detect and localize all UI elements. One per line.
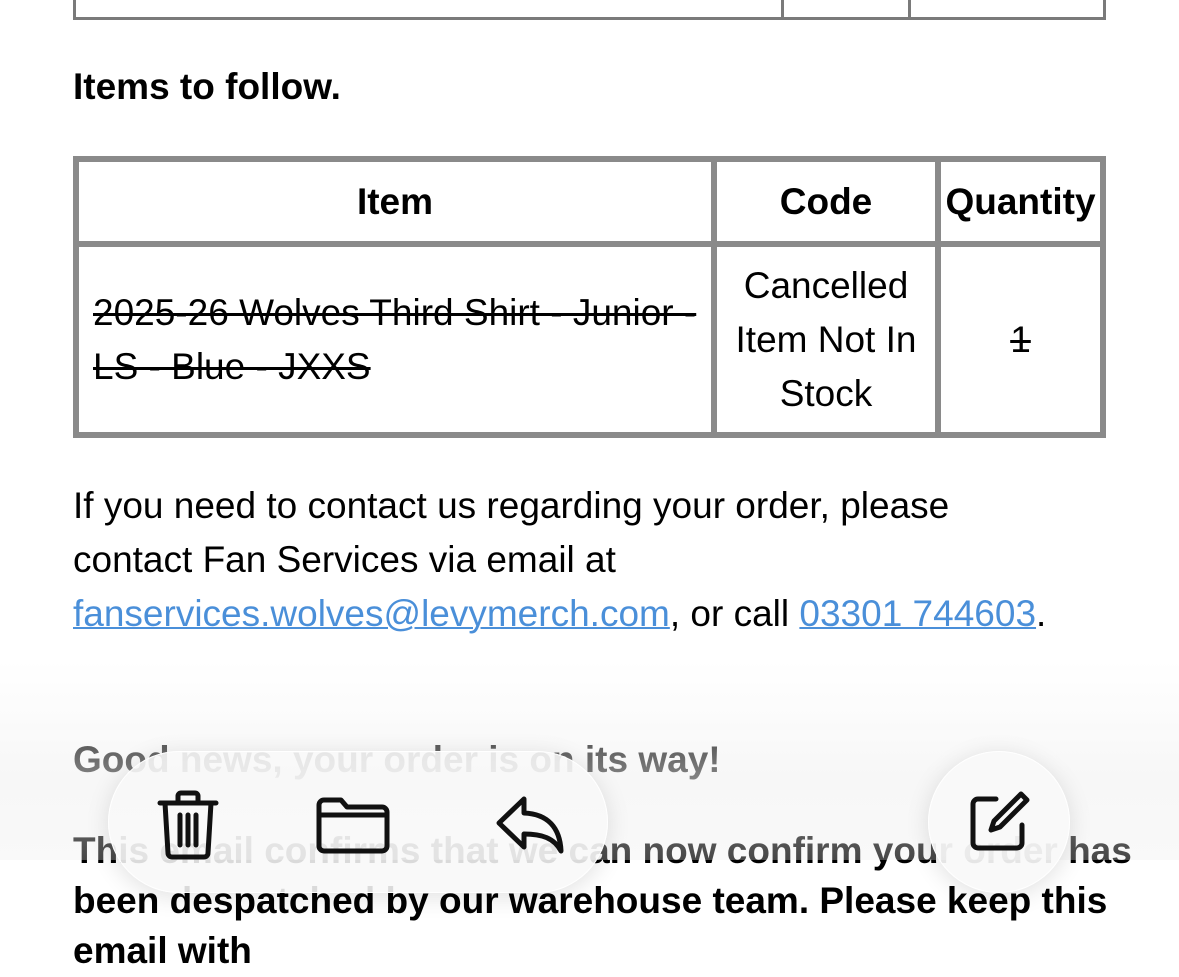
table-header-row: Item Code Quantity (76, 159, 1103, 244)
items-to-follow-heading: Items to follow. (73, 66, 341, 107)
reply-icon (494, 794, 566, 856)
trash-button[interactable] (148, 785, 228, 865)
reply-button[interactable] (490, 785, 570, 865)
item-name: 2025-26 Wolves Third Shirt - Junior - LS… (93, 291, 697, 387)
items-table: Item Code Quantity 2025-26 Wolves Third … (73, 156, 1106, 438)
move-to-folder-button[interactable] (313, 785, 393, 865)
mail-toolbar (108, 751, 608, 893)
code-cell: Cancelled Item Not In Stock (714, 244, 938, 435)
email-link[interactable]: fanservices.wolves@levymerch.com (73, 593, 670, 634)
quantity-cell: 1 (938, 244, 1103, 435)
contact-paragraph: If you need to contact us regarding your… (73, 479, 1073, 641)
compose-button[interactable] (928, 751, 1070, 893)
previous-table-bottom (73, 0, 1106, 20)
contact-text: If you need to contact us regarding your… (73, 485, 950, 580)
table-divider (908, 0, 911, 17)
column-header-item: Item (76, 159, 714, 244)
column-header-quantity: Quantity (938, 159, 1103, 244)
quantity-value: 1 (1010, 318, 1031, 360)
item-cell: 2025-26 Wolves Third Shirt - Junior - LS… (76, 244, 714, 435)
compose-icon (966, 789, 1032, 855)
folder-icon (315, 795, 391, 855)
contact-text: . (1036, 593, 1047, 634)
contact-text: , or call (669, 593, 800, 634)
table-row: 2025-26 Wolves Third Shirt - Junior - LS… (76, 244, 1103, 435)
table-divider (781, 0, 784, 17)
column-header-code: Code (714, 159, 938, 244)
trash-icon (156, 789, 220, 861)
phone-link[interactable]: 03301 744603 (799, 593, 1036, 634)
email-page: Items to follow. Item Code Quantity 2025… (0, 0, 1179, 977)
